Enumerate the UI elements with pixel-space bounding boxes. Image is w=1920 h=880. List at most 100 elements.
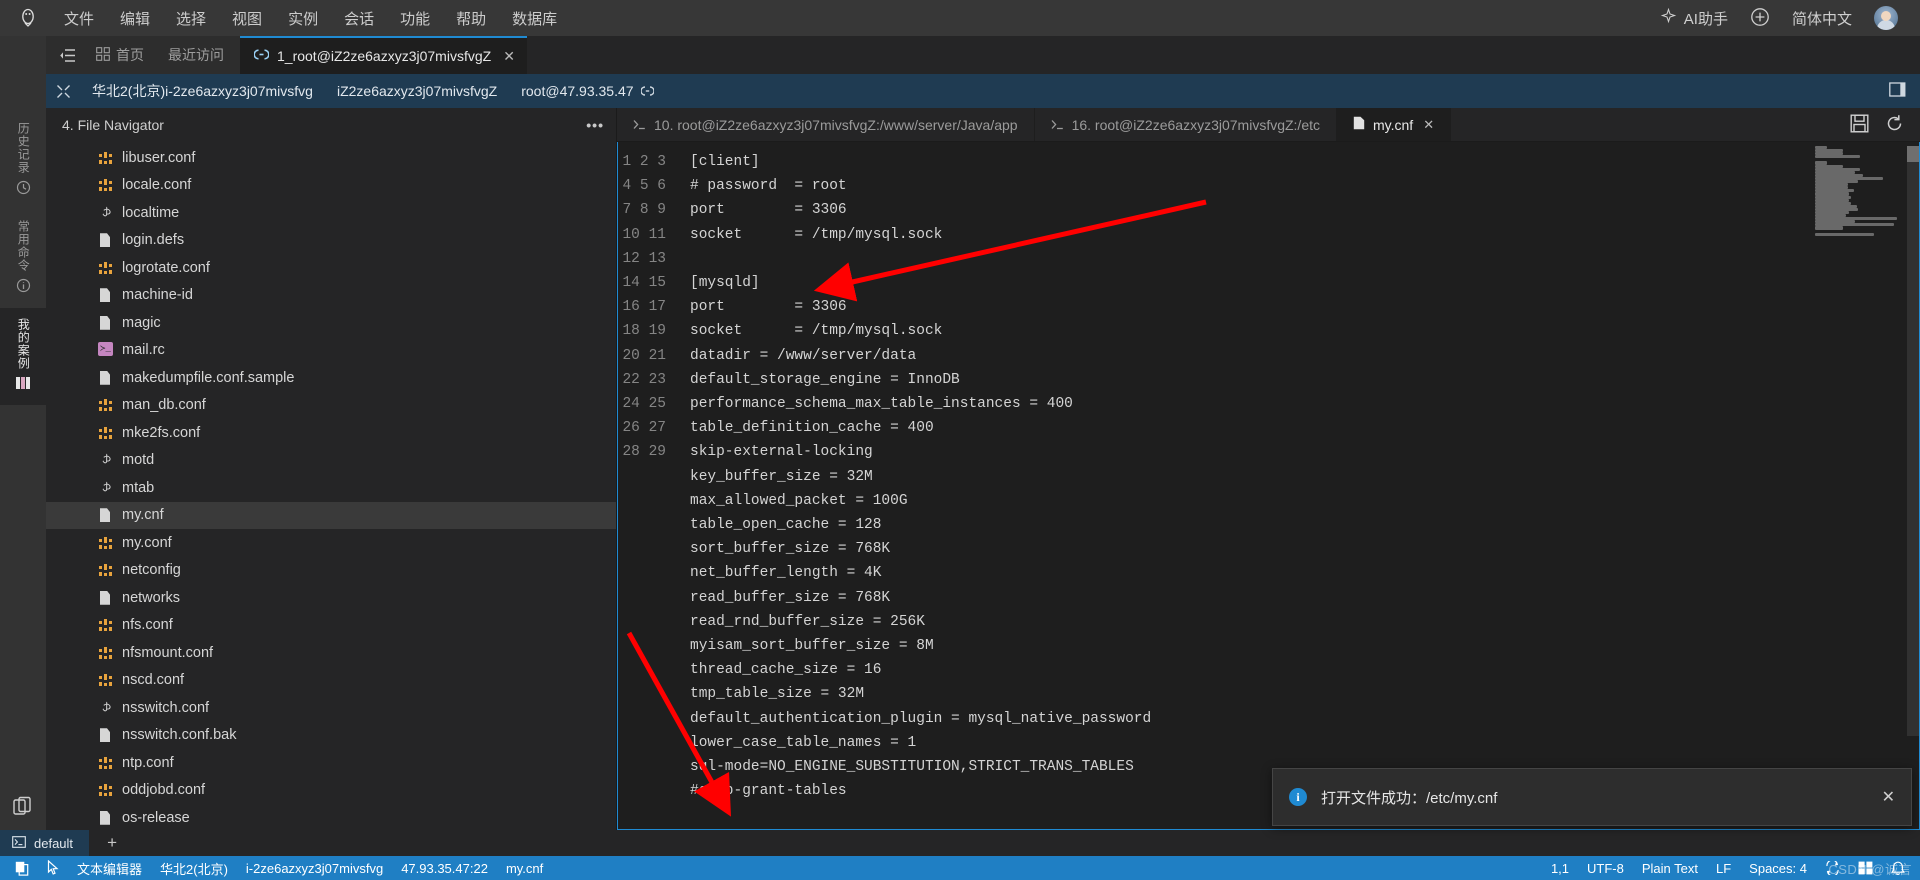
file-row[interactable]: nscd.conf xyxy=(46,667,616,695)
copy-icon[interactable] xyxy=(6,856,38,880)
minimap-scrollbar[interactable] xyxy=(1907,146,1919,736)
ai-sparkle-icon xyxy=(1660,7,1677,29)
menu-bar-right: AI助手 简体中文 xyxy=(1660,6,1910,30)
menu-session[interactable]: 会话 xyxy=(342,5,376,32)
ai-assistant-button[interactable]: AI助手 xyxy=(1660,7,1728,29)
add-terminal-button[interactable]: + xyxy=(89,830,135,856)
file-row[interactable]: ⅋ nsswitch.conf xyxy=(46,694,616,722)
file-row[interactable]: nfsmount.conf xyxy=(46,639,616,667)
editor-tab-terminal-10[interactable]: 10. root@iZ2ze6azxyz3j07mivsfvgZ:/www/se… xyxy=(617,108,1035,141)
code-scroll-area[interactable]: 1 2 3 4 5 6 7 8 9 10 11 12 13 14 15 16 1… xyxy=(618,142,1809,829)
file-row[interactable]: ⅋ motd xyxy=(46,447,616,475)
plus-circle-icon[interactable] xyxy=(1750,7,1770,30)
menu-help[interactable]: 帮助 xyxy=(454,5,488,32)
file-name: magic xyxy=(122,314,161,331)
file-row[interactable]: man_db.conf xyxy=(46,392,616,420)
notification-toast: i 打开文件成功：/etc/my.cnf ✕ xyxy=(1272,768,1912,826)
file-name: machine-id xyxy=(122,287,193,304)
close-icon[interactable]: ✕ xyxy=(1882,787,1895,807)
file-name: man_db.conf xyxy=(122,397,206,414)
file-list[interactable]: libuser.conf locale.conf ⅋ localtime login.d… xyxy=(46,142,616,830)
rail-item-history-label: 历史记录 xyxy=(16,122,31,174)
open-panel-icon[interactable] xyxy=(1889,82,1906,100)
file-row[interactable]: my.conf xyxy=(46,529,616,557)
language-mode[interactable]: Plain Text xyxy=(1633,861,1707,876)
encoding[interactable]: UTF-8 xyxy=(1578,861,1633,876)
editor-tab-terminal-16[interactable]: 16. root@iZ2ze6azxyz3j07mivsfvgZ:/etc xyxy=(1035,108,1337,141)
save-icon[interactable] xyxy=(1850,114,1869,136)
file-row[interactable]: libuser.conf xyxy=(46,144,616,172)
file-row[interactable]: my.cnf xyxy=(46,501,616,529)
rail-item-commands[interactable]: 常用命令 xyxy=(0,210,46,308)
session-tab-active[interactable]: 1_root@iZ2ze6azxyz3j07mivsfvgZ ✕ xyxy=(240,36,527,74)
file-row[interactable]: ⅋ localtime xyxy=(46,199,616,227)
instance-id[interactable]: i-2ze6azxyz3j07mivsfvg xyxy=(237,856,392,880)
menu-instance[interactable]: 实例 xyxy=(286,5,320,32)
file-name: nsswitch.conf xyxy=(122,699,210,716)
indent-setting[interactable]: Spaces: 4 xyxy=(1740,861,1816,876)
breadcrumb-region[interactable]: 华北2(北京)i-2ze6azxyz3j07mivsfvg xyxy=(80,81,325,101)
close-icon[interactable]: ✕ xyxy=(1423,117,1434,133)
menu-database[interactable]: 数据库 xyxy=(510,5,559,32)
home-link[interactable]: 首页 xyxy=(86,36,154,74)
line-ending[interactable]: LF xyxy=(1707,861,1740,876)
terminal-tab-default[interactable]: default xyxy=(0,830,90,856)
sync-icon[interactable] xyxy=(1816,861,1849,875)
recent-link[interactable]: 最近访问 xyxy=(158,36,234,74)
breadcrumb-hostname[interactable]: iZ2ze6azxyz3j07mivsfvgZ xyxy=(325,83,509,99)
editor-tab-mycnf[interactable]: my.cnf ✕ xyxy=(1337,108,1452,141)
minimap-line xyxy=(1815,226,1843,230)
code-content[interactable]: [client] # password = root port = 3306 s… xyxy=(680,142,1809,829)
file-row[interactable]: mail.rc xyxy=(46,337,616,365)
user-avatar[interactable] xyxy=(1874,6,1898,30)
menu-function[interactable]: 功能 xyxy=(398,5,432,32)
file-row[interactable]: mke2fs.conf xyxy=(46,419,616,447)
menu-file[interactable]: 文件 xyxy=(62,5,96,32)
file-row[interactable]: machine-id xyxy=(46,282,616,310)
close-icon[interactable]: ✕ xyxy=(503,48,515,65)
file-row[interactable]: magic xyxy=(46,309,616,337)
filename[interactable]: my.cnf xyxy=(497,856,552,880)
editor-tab-label: 10. root@iZ2ze6azxyz3j07mivsfvgZ:/www/se… xyxy=(654,116,1018,133)
breadcrumb-user-host[interactable]: root@47.93.35.47 xyxy=(509,83,666,99)
notifications-icon[interactable] xyxy=(1882,861,1914,876)
minimap-thumb[interactable] xyxy=(1907,146,1919,162)
file-row[interactable]: os-release xyxy=(46,804,616,830)
file-row[interactable]: makedumpfile.conf.sample xyxy=(46,364,616,392)
file-row[interactable]: locale.conf xyxy=(46,172,616,200)
fullscreen-icon[interactable] xyxy=(46,84,80,99)
sidebar-toggle-icon[interactable] xyxy=(52,40,82,70)
region[interactable]: 华北2(北京) xyxy=(151,856,237,880)
file-row[interactable]: ⅋ mtab xyxy=(46,474,616,502)
language-selector[interactable]: 简体中文 xyxy=(1792,8,1852,29)
minimap[interactable] xyxy=(1809,142,1919,829)
line-number-gutter: 1 2 3 4 5 6 7 8 9 10 11 12 13 14 15 16 1… xyxy=(622,154,666,461)
breadcrumb-user-host-label: root@47.93.35.47 xyxy=(521,83,634,99)
file-row[interactable]: oddjobd.conf xyxy=(46,777,616,805)
menu-select[interactable]: 选择 xyxy=(174,5,208,32)
copy-link-icon[interactable] xyxy=(638,83,656,99)
menu-view[interactable]: 视图 xyxy=(230,5,264,32)
host-port[interactable]: 47.93.35.47:22 xyxy=(392,856,497,880)
file-name: nfs.conf xyxy=(122,617,173,634)
file-row[interactable]: ntp.conf xyxy=(46,749,616,777)
file-row[interactable]: login.defs xyxy=(46,227,616,255)
file-row[interactable]: logrotate.conf xyxy=(46,254,616,282)
rail-item-commands-label: 常用命令 xyxy=(16,220,31,272)
files-stack-icon[interactable] xyxy=(12,796,34,820)
cursor-position[interactable]: 1,1 xyxy=(1542,861,1578,876)
layout-icon[interactable] xyxy=(1849,861,1882,875)
terminal-link-icon xyxy=(253,48,270,64)
rail-item-cases[interactable]: 我的案例 xyxy=(0,308,46,405)
menu-edit[interactable]: 编辑 xyxy=(118,5,152,32)
file-row[interactable]: netconfig xyxy=(46,557,616,585)
rail-item-history[interactable]: 历史记录 xyxy=(0,112,46,210)
file-row[interactable]: nsswitch.conf.bak xyxy=(46,722,616,750)
editor-mode[interactable]: 文本编辑器 xyxy=(68,856,151,880)
file-row[interactable]: networks xyxy=(46,584,616,612)
ellipsis-icon[interactable]: ••• xyxy=(586,117,604,133)
mouse-icon[interactable] xyxy=(38,856,68,880)
file-row[interactable]: nfs.conf xyxy=(46,612,616,640)
refresh-icon[interactable] xyxy=(1885,114,1904,136)
rail-item-cases-label: 我的案例 xyxy=(16,318,31,370)
